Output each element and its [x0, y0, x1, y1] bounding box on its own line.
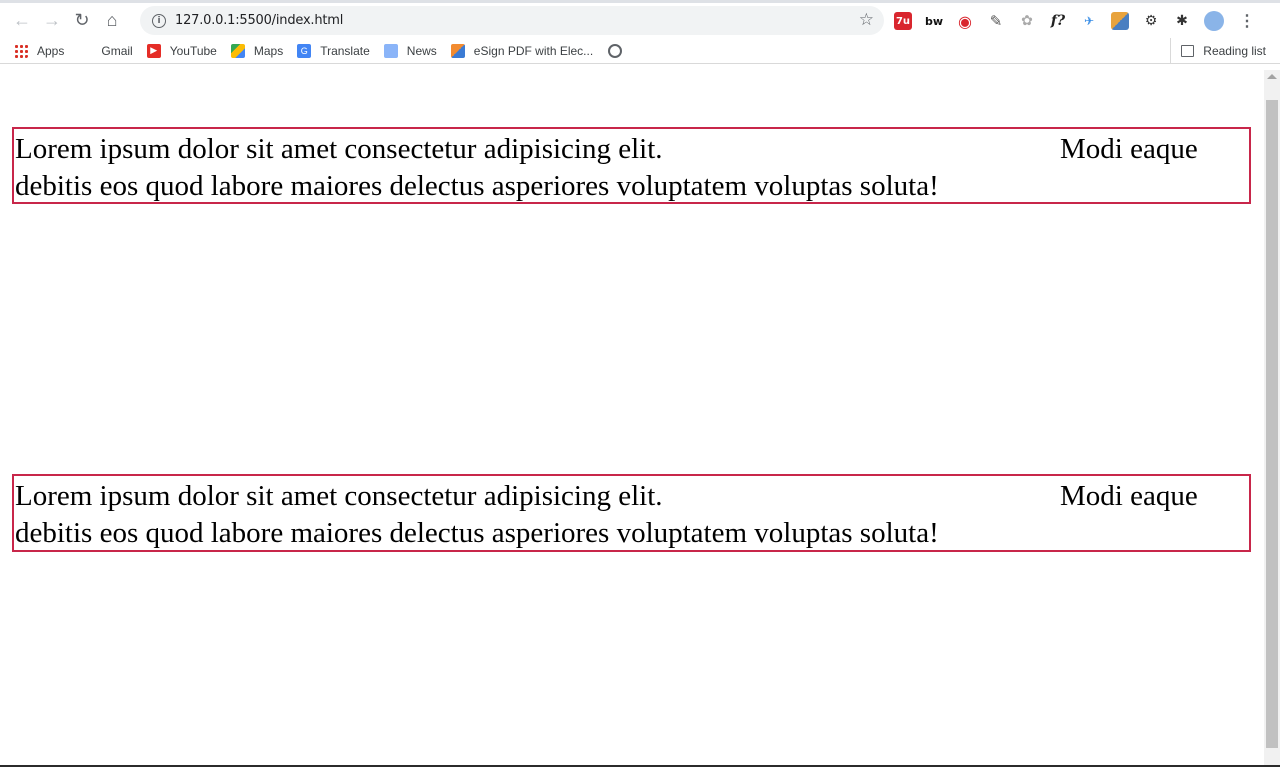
font-finder-icon[interactable]: f?	[1049, 12, 1067, 30]
url-text[interactable]: 127.0.0.1:5500/index.html	[175, 13, 343, 28]
home-icon[interactable]: ⌂	[97, 6, 127, 36]
address-bar[interactable]: i 127.0.0.1:5500/index.html ☆	[140, 6, 884, 35]
bookmark-maps[interactable]: Maps	[224, 39, 290, 63]
bookmarks-bar: Apps M Gmail ▶ YouTube Maps G Translate …	[0, 38, 1280, 64]
browser-toolbar: ← → ↻ ⌂ i 127.0.0.1:5500/index.html ☆ 7u…	[0, 0, 1280, 38]
bookmark-youtube[interactable]: ▶ YouTube	[140, 39, 224, 63]
text-box: Lorem ipsum dolor sit amet consectetur a…	[12, 474, 1251, 552]
gmail-icon: M	[78, 43, 93, 58]
color-picker-icon[interactable]: ✎	[987, 12, 1005, 30]
bookmark-news[interactable]: News	[377, 39, 444, 63]
scroll-thumb[interactable]	[1266, 100, 1278, 748]
forward-arrow-icon[interactable]: →	[37, 6, 67, 36]
youtube-icon: ▶	[146, 43, 161, 58]
extension-icon[interactable]: ✈	[1080, 12, 1098, 30]
esign-icon	[450, 43, 465, 58]
text-right: Modi eaque	[1060, 133, 1198, 165]
bookmark-label: YouTube	[169, 43, 217, 58]
extensions-bar: 7u bw ◉ ✎ ✿ f? ✈ ⚙ ✱ ⋮	[894, 8, 1255, 34]
bookmark-esign[interactable]: eSign PDF with Elec...	[444, 39, 600, 63]
reading-list-label: Reading list	[1203, 44, 1266, 58]
bookmark-label: Translate	[320, 43, 370, 58]
text-box: Lorem ipsum dolor sit amet consectetur a…	[12, 127, 1251, 204]
text-line-2: debitis eos quod labore maiores delectus…	[15, 170, 939, 202]
info-icon[interactable]: i	[152, 13, 166, 28]
news-icon	[383, 43, 398, 58]
globe-icon[interactable]	[608, 43, 623, 58]
reading-list-icon	[1181, 45, 1195, 57]
extension-icon[interactable]: 7u	[894, 12, 912, 30]
bookmark-label: Maps	[253, 43, 284, 58]
vertical-scrollbar[interactable]	[1264, 70, 1280, 767]
maps-icon	[230, 43, 245, 58]
bookmark-gmail[interactable]: M Gmail	[71, 39, 139, 63]
text-left: Lorem ipsum dolor sit amet consectetur a…	[15, 480, 663, 512]
bookmark-label: News	[406, 43, 437, 58]
reading-list-button[interactable]: Reading list	[1170, 38, 1266, 64]
extension-icon[interactable]: ◉	[956, 12, 974, 31]
menu-dots-icon[interactable]: ⋮	[1239, 11, 1255, 31]
bookmark-star-icon[interactable]: ☆	[859, 10, 874, 30]
puzzle-extensions-icon[interactable]: ✱	[1173, 12, 1191, 30]
text-right: Modi eaque	[1060, 480, 1198, 512]
bookmark-label: eSign PDF with Elec...	[473, 43, 594, 58]
extension-icon[interactable]: bw	[925, 12, 943, 30]
extension-icon[interactable]: ⚙	[1142, 12, 1160, 30]
translate-icon: G	[297, 43, 312, 58]
extension-icon[interactable]: ✿	[1018, 12, 1036, 30]
text-line: debitis eos quod labore maiores delectus…	[15, 168, 1249, 205]
text-line: Lorem ipsum dolor sit amet consectetur a…	[15, 478, 1249, 515]
text-left: Lorem ipsum dolor sit amet consectetur a…	[15, 133, 663, 165]
scroll-up-arrow-icon[interactable]	[1267, 74, 1277, 79]
text-line: debitis eos quod labore maiores delectus…	[15, 515, 1249, 552]
bookmark-apps[interactable]: Apps	[7, 39, 71, 63]
apps-grid-icon	[14, 43, 28, 58]
extension-icon[interactable]	[1111, 12, 1129, 30]
bookmark-label: Gmail	[101, 43, 133, 58]
back-arrow-icon[interactable]: ←	[7, 6, 37, 36]
text-line-2: debitis eos quod labore maiores delectus…	[15, 517, 939, 549]
reload-icon[interactable]: ↻	[67, 6, 97, 36]
text-line: Lorem ipsum dolor sit amet consectetur a…	[15, 131, 1249, 168]
bookmark-translate[interactable]: G Translate	[290, 39, 377, 63]
bookmark-label: Apps	[37, 43, 65, 58]
profile-avatar[interactable]	[1204, 11, 1224, 31]
